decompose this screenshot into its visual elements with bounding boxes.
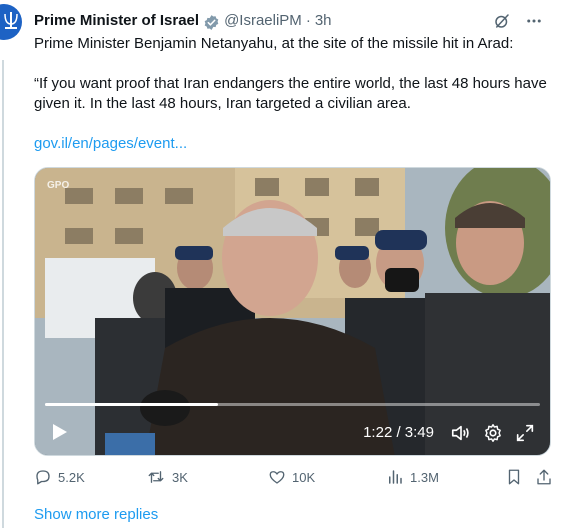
show-more-replies-link[interactable]: Show more replies — [34, 506, 158, 523]
bookmark-button[interactable] — [505, 468, 523, 486]
account-name[interactable]: Prime Minister of Israel — [34, 11, 199, 31]
share-icon — [537, 469, 551, 485]
avatar[interactable] — [0, 4, 22, 40]
views-count: 1.3M — [410, 469, 439, 485]
play-icon[interactable] — [49, 422, 69, 442]
reply-icon — [36, 470, 50, 485]
like-count: 10K — [292, 469, 316, 485]
heart-icon — [269, 471, 285, 484]
video-timecode: 1:22 / 3:49 — [363, 424, 434, 441]
reply-button[interactable]: 5.2K — [34, 468, 85, 486]
bookmark-icon — [508, 469, 520, 485]
views-button[interactable]: 1.3M — [386, 468, 439, 486]
more-options-icon[interactable] — [524, 11, 544, 31]
tweet-link[interactable]: gov.il/en/pages/event... — [34, 134, 187, 154]
separator-dot: · — [305, 12, 311, 29]
retweet-count: 3K — [172, 469, 188, 485]
retweet-button[interactable]: 3K — [146, 468, 188, 486]
menorah-emblem-icon — [4, 12, 18, 29]
share-button[interactable] — [535, 468, 553, 486]
thread-line — [2, 60, 4, 528]
grok-icon[interactable] — [492, 11, 512, 31]
video-frame — [35, 168, 550, 455]
tweet-top-actions — [492, 11, 544, 31]
video-player[interactable]: GPO 1:22 / 3:49 — [34, 167, 551, 456]
tweet-header: Prime Minister of Israel @IsraeliPM · 3h — [34, 11, 332, 31]
video-progress-bar[interactable] — [45, 403, 540, 406]
tweet-text-quote: “If you want proof that Iran endangers t… — [34, 75, 547, 112]
like-button[interactable]: 10K — [268, 468, 315, 486]
reply-count: 5.2K — [58, 469, 85, 485]
settings-gear-icon[interactable] — [482, 422, 504, 444]
tweet-text: Prime Minister Benjamin Netanyahu, at th… — [34, 34, 549, 114]
timestamp[interactable]: 3h — [315, 11, 332, 31]
government-badge-icon — [203, 14, 220, 31]
retweet-icon — [148, 471, 164, 483]
fullscreen-icon[interactable] — [514, 422, 536, 444]
tweet-actions: 5.2K 3K 10K 1.3M — [34, 466, 551, 490]
views-chart-icon — [389, 470, 402, 484]
volume-icon[interactable] — [450, 422, 472, 444]
account-handle[interactable]: @IsraeliPM — [224, 11, 302, 31]
tweet-text-intro: Prime Minister Benjamin Netanyahu, at th… — [34, 35, 514, 52]
video-progress-fill — [45, 403, 219, 406]
gpo-watermark: GPO — [47, 180, 70, 191]
